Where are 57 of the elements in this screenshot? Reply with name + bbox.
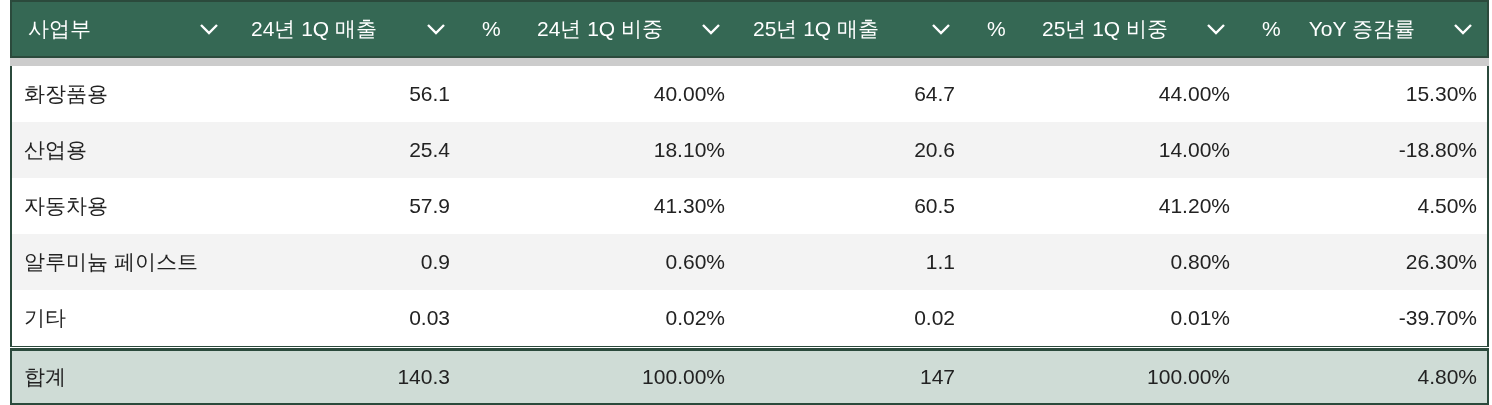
table-cell-text: 4.50% [1416,193,1478,220]
column-title: 사업부 [28,16,91,43]
table-cell-text: 57.9 [408,193,451,220]
chevron-down-icon[interactable] [1206,23,1226,35]
table-cell-text: 산업용 [23,137,88,164]
column-header[interactable]: % YoY 증감률 [1242,2,1489,56]
percent-format: % [481,16,501,43]
table-cell-text: 0.9 [419,249,451,276]
table-cell-text: 18.10% [652,137,726,164]
total-cell-text: 140.3 [396,364,451,391]
column-title: 24년 1Q 매출 [251,16,378,43]
chevron-down-icon[interactable] [701,23,721,35]
table-cell-text: 20.6 [913,137,956,164]
chevron-down-icon[interactable] [199,23,219,35]
table-cell-text: 0.02 [913,305,956,332]
column-title: 25년 1Q 매출 [753,16,880,43]
table-cell-text: 14.00% [1157,137,1231,164]
table-cell-text: 44.00% [1157,81,1231,108]
table-cell-text: 0.60% [664,249,726,276]
table-cell-text: 0.01% [1169,305,1231,332]
table-cell-text: -18.80% [1397,137,1478,164]
chevron-down-icon[interactable] [426,23,446,35]
chevron-down-icon[interactable] [931,23,951,35]
column-header[interactable]: 25년 1Q 매출 [737,2,967,56]
table-cell-text: 0.03 [408,305,451,332]
table-cell-text: 15.30% [1404,81,1478,108]
total-cell-text: 100.00% [641,364,726,391]
table-cell-text: 40.00% [652,81,726,108]
percent-format: % [1261,16,1281,43]
table-cell-text: 60.5 [913,193,956,220]
column-header[interactable]: % 24년 1Q 비중 [462,2,737,56]
total-cell-text: 4.80% [1416,364,1478,391]
table-cell-text: 알루미늄 페이스트 [23,249,199,276]
column-header[interactable]: % 25년 1Q 비중 [967,2,1242,56]
table-cell-text: 기타 [23,305,67,332]
column-title: YoY 증감률 [1308,16,1415,43]
table-cell-text: 26.30% [1404,249,1478,276]
total-cell-text: 100.00% [1146,364,1231,391]
table-cell-text: 자동차용 [23,193,109,220]
column-header[interactable]: 사업부 [12,2,235,56]
column-title: 24년 1Q 비중 [536,16,663,43]
total-cell-text: 합계 [23,364,67,391]
total-cell-text: 147 [918,364,956,391]
table-cell-text: 41.30% [652,193,726,220]
table-cell-text: -39.70% [1397,305,1478,332]
column-header[interactable]: 24년 1Q 매출 [235,2,462,56]
chevron-down-icon[interactable] [1453,23,1473,35]
table-cell-text: 1.1 [924,249,956,276]
table-cell-text: 0.02% [664,305,726,332]
table-cell-text: 41.20% [1157,193,1231,220]
percent-format: % [986,16,1006,43]
table-cell-text: 25.4 [408,137,451,164]
table-cell-text: 64.7 [913,81,956,108]
column-title: 25년 1Q 비중 [1041,16,1168,43]
table-cell-text: 56.1 [408,81,451,108]
table-cell-text: 화장품용 [23,81,109,108]
table-cell-text: 0.80% [1169,249,1231,276]
